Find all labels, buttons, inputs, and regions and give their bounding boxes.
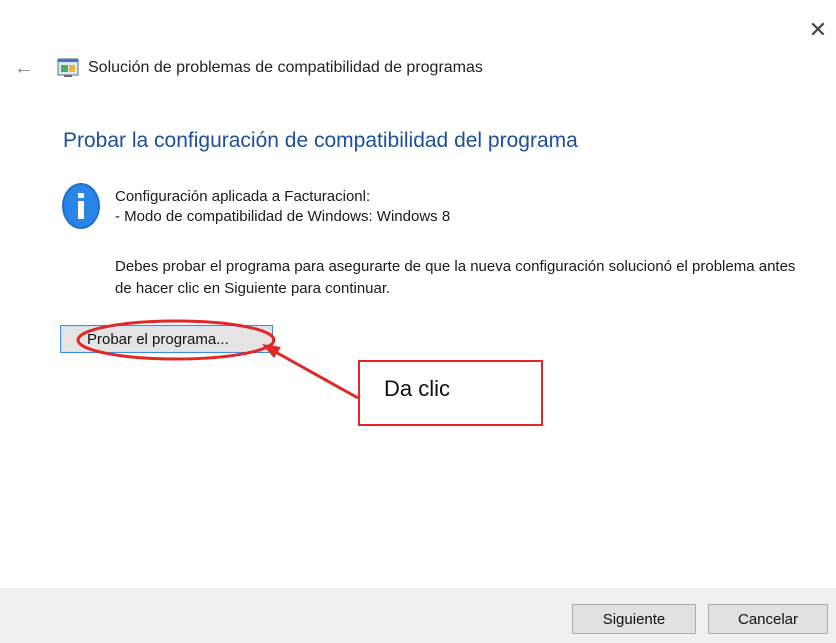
nav-bar: ← Solución de problemas de compatibilida… xyxy=(0,54,836,84)
info-text: Configuración aplicada a Facturacionl: -… xyxy=(115,187,450,227)
description-text: Debes probar el programa para asegurarte… xyxy=(115,258,796,297)
next-button-label: Siguiente xyxy=(602,610,666,628)
page-title: Probar la configuración de compatibilida… xyxy=(63,129,578,152)
test-program-button-label: Probar el programa... xyxy=(87,330,229,348)
cancel-button-label: Cancelar xyxy=(737,610,799,628)
callout-text: Da clic xyxy=(384,376,451,401)
cancel-button[interactable]: Cancelar xyxy=(708,604,828,634)
close-icon: ✕ xyxy=(808,17,828,42)
next-button[interactable]: Siguiente xyxy=(572,604,696,634)
info-compat-mode: - Modo de compatibilidad de Windows: Win… xyxy=(115,208,451,225)
info-icon xyxy=(62,183,100,229)
test-program-button[interactable]: Probar el programa... xyxy=(60,325,273,353)
window-title: Solución de problemas de compatibilidad … xyxy=(88,59,483,76)
close-button[interactable]: ✕ xyxy=(806,17,830,42)
info-applied-to: Configuración aplicada a Facturacionl: xyxy=(115,188,371,205)
callout-box: Da clic xyxy=(358,360,543,426)
compatibility-troubleshooter-icon xyxy=(57,58,79,77)
callout-arrow-line xyxy=(271,348,359,400)
back-arrow-icon: ← xyxy=(14,56,34,79)
annotation-overlay xyxy=(76,319,359,400)
footer-bar: Siguiente Cancelar xyxy=(0,588,836,643)
back-button[interactable]: ← xyxy=(12,56,36,80)
